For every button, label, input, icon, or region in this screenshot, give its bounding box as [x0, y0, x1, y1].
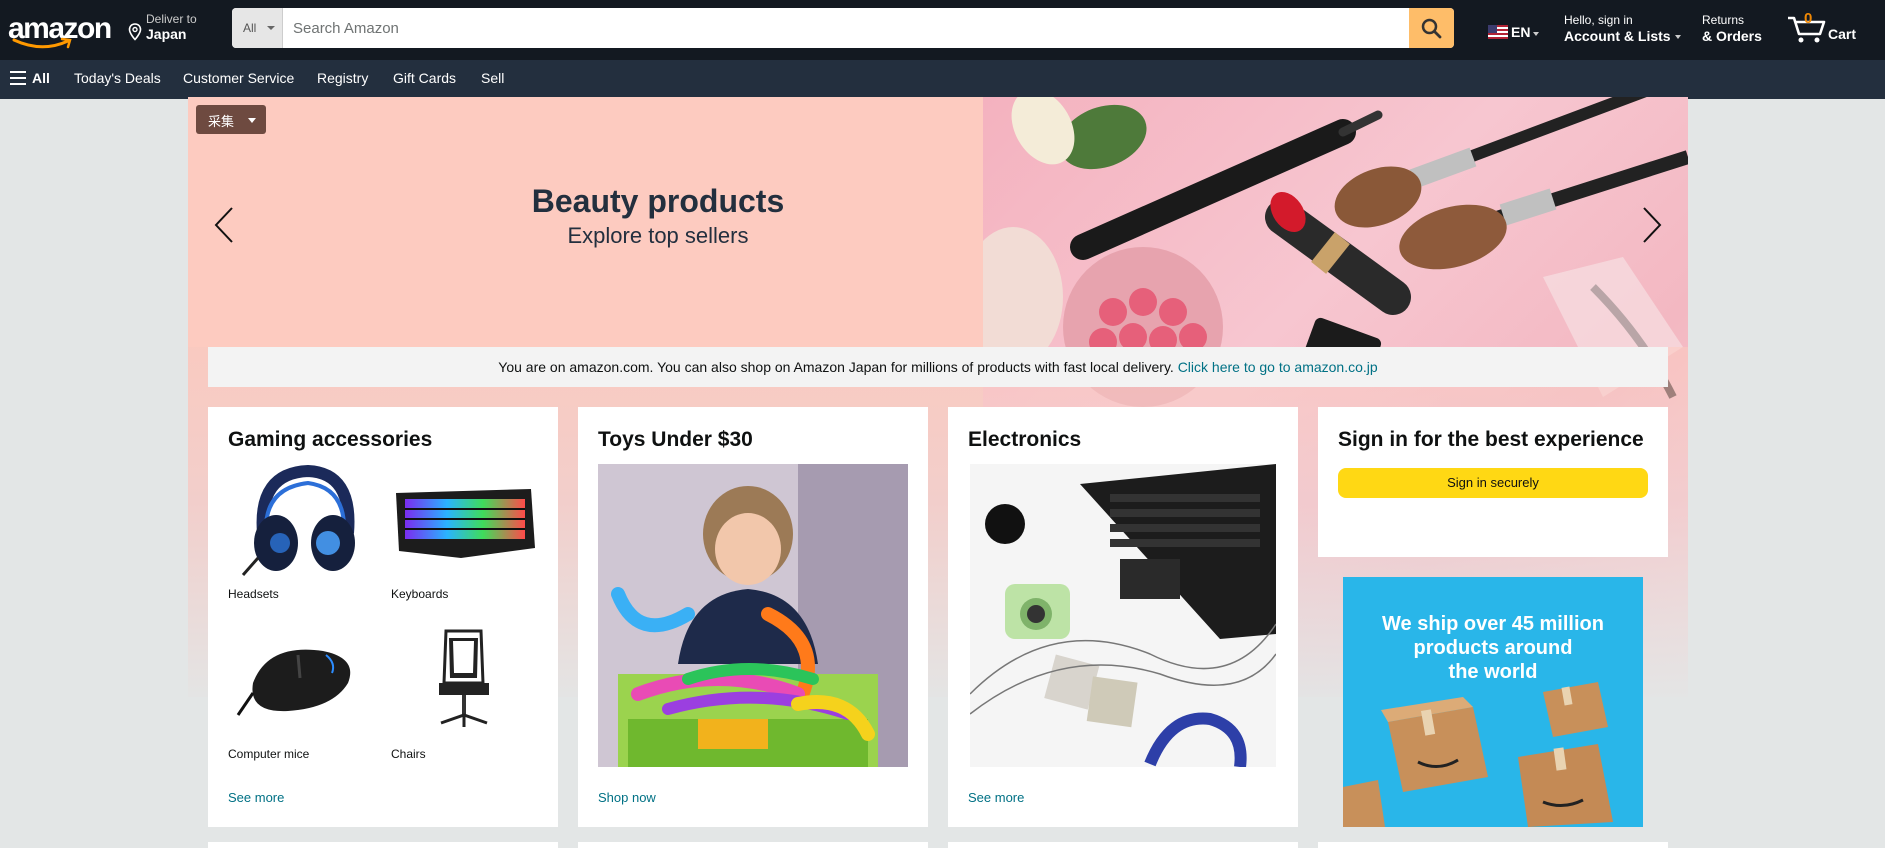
hamburger-menu-icon	[10, 71, 26, 85]
card-title[interactable]: Electronics	[968, 427, 1278, 453]
gaming-chair-image	[439, 629, 489, 727]
gaming-item-headsets[interactable]: Headsets	[228, 463, 378, 623]
item-label: Chairs	[391, 747, 426, 761]
mouse-image	[236, 649, 351, 716]
logo-smile-icon	[12, 37, 72, 49]
hero-subtitle[interactable]: Explore top sellers	[428, 223, 888, 249]
item-label: Headsets	[228, 587, 279, 601]
nav-customer-service[interactable]: Customer Service	[183, 70, 294, 86]
returns-and-orders[interactable]: Returns & Orders	[1702, 13, 1772, 45]
chevron-down-icon	[267, 26, 275, 30]
deliver-country: Japan	[146, 26, 187, 42]
collect-button[interactable]: 采集	[196, 105, 266, 134]
chevron-left-icon	[214, 207, 233, 243]
sign-in-securely-button[interactable]: Sign in securely	[1338, 468, 1648, 498]
secondary-navigation-bar: All Today's Deals Customer Service Regis…	[0, 60, 1885, 99]
chevron-down-icon	[1674, 35, 1681, 40]
us-flag-icon	[1488, 25, 1508, 39]
gaming-item-computer-mice[interactable]: Computer mice	[228, 623, 378, 783]
ship-text-line2: products around	[1413, 637, 1573, 659]
next-row-card	[578, 842, 928, 848]
shop-now-link[interactable]: Shop now	[598, 790, 656, 805]
orders-label: & Orders	[1702, 28, 1762, 44]
see-more-link[interactable]: See more	[968, 790, 1024, 805]
collect-label: 采集	[208, 114, 235, 129]
next-row-card	[948, 842, 1298, 848]
toys-image[interactable]	[598, 464, 908, 767]
all-menu-button[interactable]: All	[0, 60, 58, 99]
account-lists-label: Account & Lists	[1564, 28, 1671, 44]
region-notice-banner: You are on amazon.com. You can also shop…	[208, 347, 1668, 387]
language-selector[interactable]: EN	[1488, 24, 1542, 40]
nav-registry[interactable]: Registry	[317, 70, 368, 86]
search-input[interactable]	[283, 8, 1403, 48]
next-row-card	[208, 842, 558, 848]
headset-image	[241, 464, 355, 576]
go-to-amazon-jp-link[interactable]: Click here to go to amazon.co.jp	[1178, 359, 1378, 375]
cart-label: Cart	[1828, 26, 1857, 42]
card-title[interactable]: Gaming accessories	[228, 427, 538, 453]
returns-label: Returns	[1702, 13, 1745, 27]
account-and-lists[interactable]: Hello, sign in Account & Lists	[1564, 13, 1684, 45]
deliver-to-location[interactable]: Deliver to Japan	[128, 12, 208, 44]
search-category-label: All	[243, 21, 257, 35]
card-toys-under-30: Toys Under $30 Shop now	[578, 407, 928, 827]
card-electronics: Electronics See more	[948, 407, 1298, 827]
search-button[interactable]	[1409, 8, 1454, 48]
location-pin-icon	[128, 23, 142, 41]
nav-todays-deals[interactable]: Today's Deals	[74, 70, 161, 86]
deliver-to-label: Deliver to	[146, 12, 197, 26]
gaming-item-keyboards[interactable]: Keyboards	[391, 463, 541, 623]
shipping-promo-banner[interactable]: We ship over 45 million products around …	[1343, 577, 1643, 827]
account-greeting: Hello, sign in	[1564, 13, 1633, 27]
child-playing-toy-image	[598, 464, 908, 767]
hero-title[interactable]: Beauty products	[428, 183, 888, 220]
keyboard-image	[396, 489, 535, 558]
card-sign-in: Sign in for the best experience Sign in …	[1318, 407, 1668, 557]
nav-sell[interactable]: Sell	[481, 70, 504, 86]
ship-text-line1: We ship over 45 million	[1382, 613, 1604, 635]
top-navigation-bar: amazon Deliver to Japan All EN H	[0, 0, 1885, 60]
chevron-down-icon	[1533, 32, 1539, 36]
cart-button[interactable]: 0 Cart	[1786, 10, 1866, 44]
all-menu-label: All	[32, 70, 50, 86]
search-bar: All	[232, 8, 1454, 48]
chevron-right-icon	[1643, 207, 1662, 243]
gaming-item-chairs[interactable]: Chairs	[391, 623, 541, 783]
cart-count: 0	[1804, 10, 1813, 27]
card-gaming-accessories: Gaming accessories Headsets Keyboards Co…	[208, 407, 558, 827]
item-label: Keyboards	[391, 587, 449, 601]
search-category-dropdown[interactable]: All	[232, 8, 283, 48]
shipping-boxes-image	[1343, 682, 1613, 827]
search-icon	[1421, 18, 1442, 39]
hero-banner-background	[188, 97, 1008, 347]
next-row-card	[1318, 842, 1668, 848]
chevron-down-icon	[248, 118, 256, 123]
laptop-camera-headphones-image	[970, 464, 1276, 767]
card-title: Sign in for the best experience	[1338, 428, 1644, 451]
electronics-image[interactable]	[970, 464, 1276, 767]
item-label: Computer mice	[228, 747, 310, 761]
carousel-prev-button[interactable]	[212, 205, 236, 250]
ship-text-line3: the world	[1448, 661, 1538, 683]
nav-gift-cards[interactable]: Gift Cards	[393, 70, 456, 86]
amazon-logo[interactable]: amazon	[8, 10, 112, 50]
language-code: EN	[1511, 24, 1531, 40]
see-more-link[interactable]: See more	[228, 790, 284, 805]
region-notice-text: You are on amazon.com. You can also shop…	[498, 359, 1174, 375]
card-title[interactable]: Toys Under $30	[598, 427, 908, 453]
carousel-next-button[interactable]	[1640, 205, 1664, 250]
